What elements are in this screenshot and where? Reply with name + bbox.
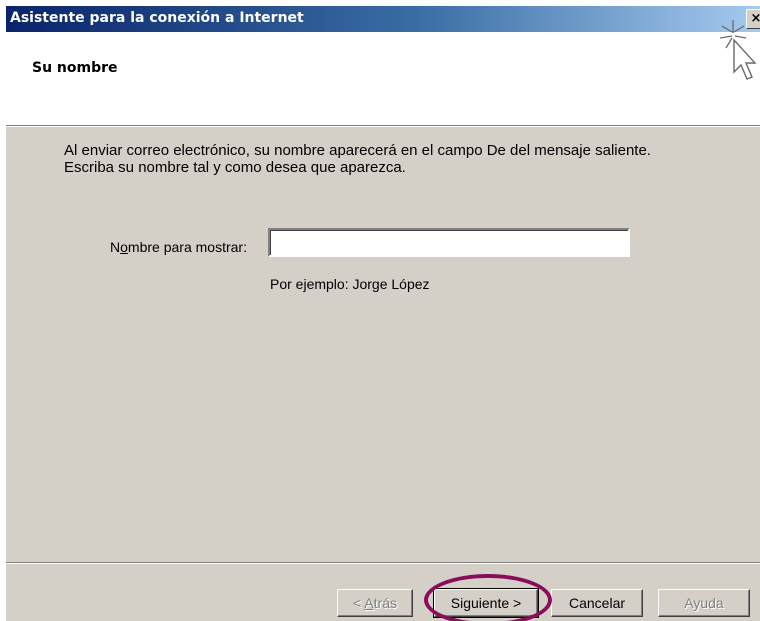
wizard-window: Asistente para la conexión a Internet × …	[6, 6, 760, 621]
footer-divider	[6, 562, 760, 564]
description-text: Al enviar correo electrónico, su nombre …	[64, 142, 651, 176]
wizard-header: Su nombre	[6, 32, 760, 125]
cancel-button[interactable]: Cancelar	[551, 589, 643, 617]
display-name-label: Nombre para mostrar:	[110, 239, 247, 255]
back-button[interactable]: < Atrás	[337, 589, 413, 617]
page-title: Su nombre	[32, 60, 118, 76]
wizard-sparkle-cursor-icon	[719, 20, 757, 80]
next-button[interactable]: Siguiente >	[433, 588, 539, 618]
help-button[interactable]: Ayuda	[658, 589, 750, 617]
header-divider	[6, 125, 760, 127]
example-text: Por ejemplo: Jorge López	[270, 276, 430, 292]
window-title: Asistente para la conexión a Internet	[10, 10, 304, 26]
title-bar[interactable]: Asistente para la conexión a Internet ×	[6, 6, 760, 32]
display-name-input[interactable]	[268, 228, 630, 257]
